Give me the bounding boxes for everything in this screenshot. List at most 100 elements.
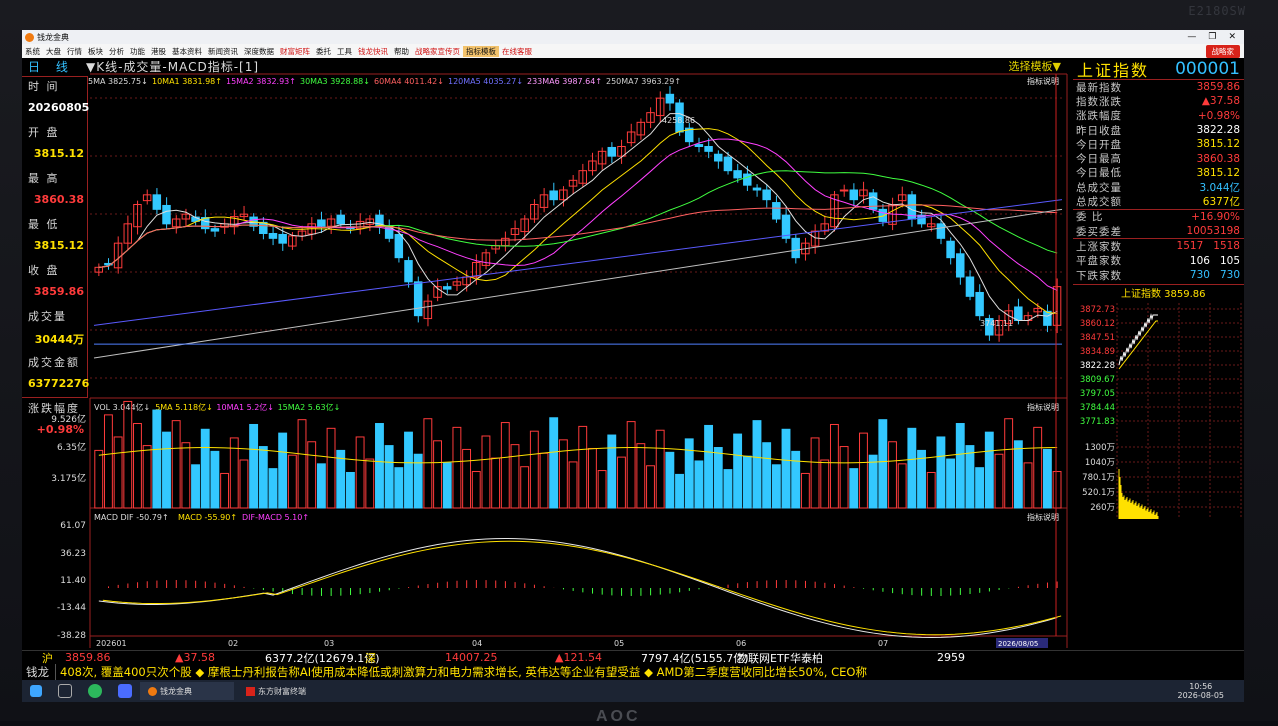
ticker-text: 408次, 覆盖400只次个股 ◆ 摩根士丹利报告称AI使用成本降低或刺激算力和…: [60, 665, 867, 679]
menu-item-indicator-templates[interactable]: 指标模板: [463, 45, 499, 57]
menu-item-wealth-matrix[interactable]: 财富矩阵: [277, 46, 313, 57]
sh-change: ▲37.58: [175, 651, 215, 664]
volume-bar: [413, 453, 423, 509]
breadth-value-a: 106: [1189, 254, 1210, 267]
volume-bar: [297, 419, 307, 509]
menu-item-tools[interactable]: 工具: [334, 46, 355, 57]
macd-axis-tick: 61.07: [60, 521, 86, 531]
menu-item-sectors[interactable]: 板块: [85, 46, 106, 57]
candle: [791, 237, 800, 259]
browser-icon[interactable]: [88, 684, 102, 698]
volume-bar: [791, 450, 801, 509]
volume-bar: [510, 444, 520, 509]
ma-line-10: [98, 128, 1058, 314]
volume-bar: [500, 422, 510, 509]
candle: [278, 233, 287, 244]
menu-item-fundamentals[interactable]: 基本资料: [169, 46, 205, 57]
macd-axis-tick: -13.44: [57, 603, 86, 613]
menu-item-help[interactable]: 帮助: [391, 46, 412, 57]
taskbar-app-label: 东方财富终端: [258, 686, 306, 696]
volume-bar: [839, 446, 849, 509]
breadth-rows: 上涨家数 1517 1518 平盘家数 106 105 下跌家数 730 730: [1073, 238, 1244, 282]
volume-bar: [94, 449, 104, 509]
menu-item-functions[interactable]: 功能: [127, 46, 148, 57]
volume-bar: [326, 427, 336, 509]
volume-bar: [762, 442, 772, 509]
volume-bar: [558, 439, 568, 509]
volume-bar: [355, 436, 365, 509]
volume-bar: [1004, 418, 1014, 509]
volume-bar: [278, 432, 288, 509]
macd-axis-tick: 11.40: [60, 576, 86, 586]
quote-rows: 最新指数 3859.86 指数涨跌 ▲37.58 涨跌幅度 +0.98% 昨日收盘 3822.…: [1073, 80, 1244, 209]
volume-bar: [191, 464, 200, 509]
candle: [946, 240, 955, 259]
mini-price-tick: 3872.73: [1080, 305, 1115, 315]
volume-bar: [897, 463, 907, 509]
monitor-model-label: E2180SW: [1188, 4, 1246, 18]
quote-row: 委买委差 10053198: [1073, 224, 1244, 238]
menu-item-analysis[interactable]: 分析: [106, 46, 127, 57]
dif-line: [98, 537, 1058, 638]
volume-bar: [994, 453, 1004, 509]
volume-bar: [771, 464, 781, 509]
task-view-icon[interactable]: [58, 684, 72, 698]
volume-bar: [239, 459, 249, 509]
candle: [733, 170, 742, 179]
quote-key: 指数涨跌: [1076, 95, 1122, 108]
menu-item-flash-news[interactable]: 钱龙快讯: [355, 46, 391, 57]
start-icon[interactable]: [30, 685, 42, 697]
volume-bar: [675, 473, 684, 509]
quote-value: +16.90%: [1191, 210, 1240, 223]
volume-bar: [423, 418, 433, 509]
brand-button[interactable]: 战略家: [1205, 44, 1240, 58]
breadth-row: 上涨家数 1517 1518: [1073, 239, 1244, 253]
volume-bar: [984, 431, 994, 509]
volume-bar: [171, 420, 181, 509]
mini-price-tick: 3797.05: [1080, 389, 1115, 399]
intraday-mini-chart[interactable]: 上证指数 3859.86 3872.73 3860.12 3847.51 3834.89…: [1073, 284, 1244, 534]
menu-item-support[interactable]: 在线客服: [499, 46, 535, 57]
volume-bar: [810, 437, 820, 509]
menu-item-deep-data[interactable]: 深度数据: [241, 46, 277, 57]
volume-bar: [626, 421, 636, 509]
minimize-button[interactable]: —: [1187, 32, 1196, 42]
quote-value: 10053198: [1186, 225, 1240, 238]
index-name: 上证指数: [1077, 60, 1150, 80]
taskbar-app-eastmoney[interactable]: 东方财富终端: [238, 682, 332, 700]
quote-row: 今日开盘 3815.12: [1073, 137, 1244, 151]
taskbar-app-qianlong[interactable]: 钱龙金典: [140, 682, 234, 700]
quote-key: 委 比: [1076, 211, 1104, 224]
news-ticker[interactable]: 钱龙 408次, 覆盖400只次个股 ◆ 摩根士丹利报告称AI使用成本降低或刺激…: [22, 664, 1244, 680]
ma-line-250: [93, 208, 1063, 359]
volume-bar: [1023, 462, 1033, 509]
vol-legend-0: VOL 3.044亿↓: [94, 402, 150, 412]
clock-date: 2026-08-05: [1177, 691, 1225, 700]
quote-value: 6377亿: [1202, 196, 1240, 209]
menu-item-hk[interactable]: 港股: [148, 46, 169, 57]
volume-bar: [113, 436, 123, 509]
menu-item-promo[interactable]: 战略家宣传页: [412, 46, 463, 57]
breadth-key: 平盘家数: [1076, 255, 1122, 268]
close-button[interactable]: ✕: [1228, 32, 1236, 42]
volume-bar: [975, 467, 985, 509]
maximize-button[interactable]: ❐: [1208, 32, 1216, 42]
menu-item-quotes[interactable]: 行情: [64, 46, 85, 57]
menu-item-news[interactable]: 新闻资讯: [205, 46, 241, 57]
candle: [413, 281, 423, 317]
taskbar-clock[interactable]: 10:56 2026-08-05: [1178, 682, 1245, 700]
index-code: 000001: [1175, 58, 1240, 79]
candle: [956, 253, 965, 278]
menu-item-trade[interactable]: 委托: [313, 46, 334, 57]
candle: [394, 233, 404, 259]
menu-item-system[interactable]: 系统: [22, 46, 43, 57]
vol-legend-1: 5MA 5.118亿↓: [155, 402, 213, 412]
candle: [743, 173, 752, 186]
quote-value: 3859.86: [1196, 81, 1240, 94]
volume-bar: [365, 458, 375, 509]
kline-chart[interactable]: 5MA 3825.75↓ 10MA1 3831.98↑ 15MA2 3832.93↑…: [22, 58, 1072, 650]
menu-item-market[interactable]: 大盘: [43, 46, 64, 57]
volume-bar: [316, 463, 326, 509]
ai-app-icon[interactable]: [118, 684, 132, 698]
volume-bar: [607, 434, 617, 509]
